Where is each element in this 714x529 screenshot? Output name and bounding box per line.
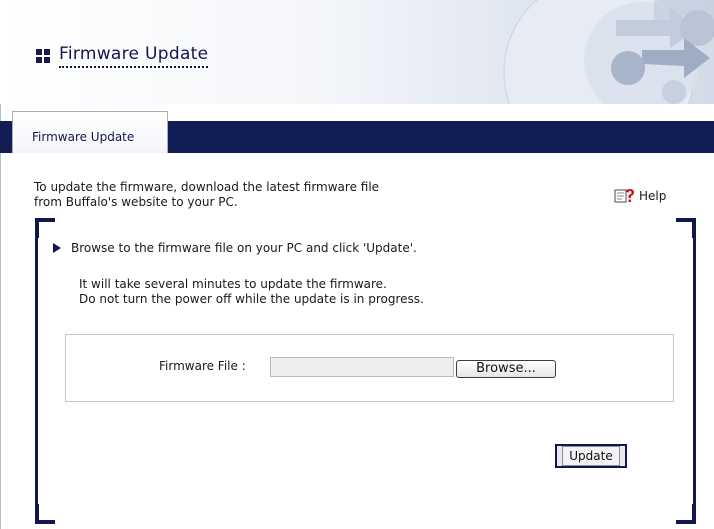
update-button-label: Update — [562, 446, 620, 466]
firmware-file-input[interactable] — [270, 357, 454, 377]
browse-button[interactable]: Browse... — [456, 360, 556, 378]
help-icon — [614, 189, 634, 203]
grid-icon — [36, 49, 50, 63]
tab-join — [12, 153, 168, 159]
tab-firmware-update[interactable]: Firmware Update — [12, 111, 168, 159]
firmware-file-label: Firmware File : — [159, 359, 246, 373]
note-duration: It will take several minutes to update t… — [79, 277, 387, 291]
triangle-bullet-icon — [53, 243, 61, 253]
instruction-text: Browse to the firmware file on your PC a… — [71, 241, 417, 255]
frame-right-edge — [693, 230, 696, 508]
frame-left-edge — [35, 230, 38, 508]
frame-corner-bottom-left — [35, 504, 55, 524]
help-label: Help — [639, 189, 667, 203]
intro-text: To update the firmware, download the lat… — [34, 180, 379, 210]
page-title-group: Firmware Update — [36, 44, 209, 68]
intro-line-2: from Buffalo's website to your PC. — [34, 195, 238, 209]
page-title: Firmware Update — [59, 44, 209, 68]
update-button[interactable]: Update — [555, 444, 627, 468]
intro-line-1: To update the firmware, download the lat… — [34, 180, 380, 194]
frame-corner-top-left — [35, 218, 55, 238]
warning-notes: It will take several minutes to update t… — [79, 277, 424, 307]
tab-label: Firmware Update — [32, 130, 135, 144]
network-arrows-graphic — [503, 0, 714, 104]
note-power: Do not turn the power off while the upda… — [79, 292, 424, 306]
instruction-step: Browse to the firmware file on your PC a… — [53, 241, 417, 255]
help-link[interactable]: Help — [614, 188, 666, 204]
